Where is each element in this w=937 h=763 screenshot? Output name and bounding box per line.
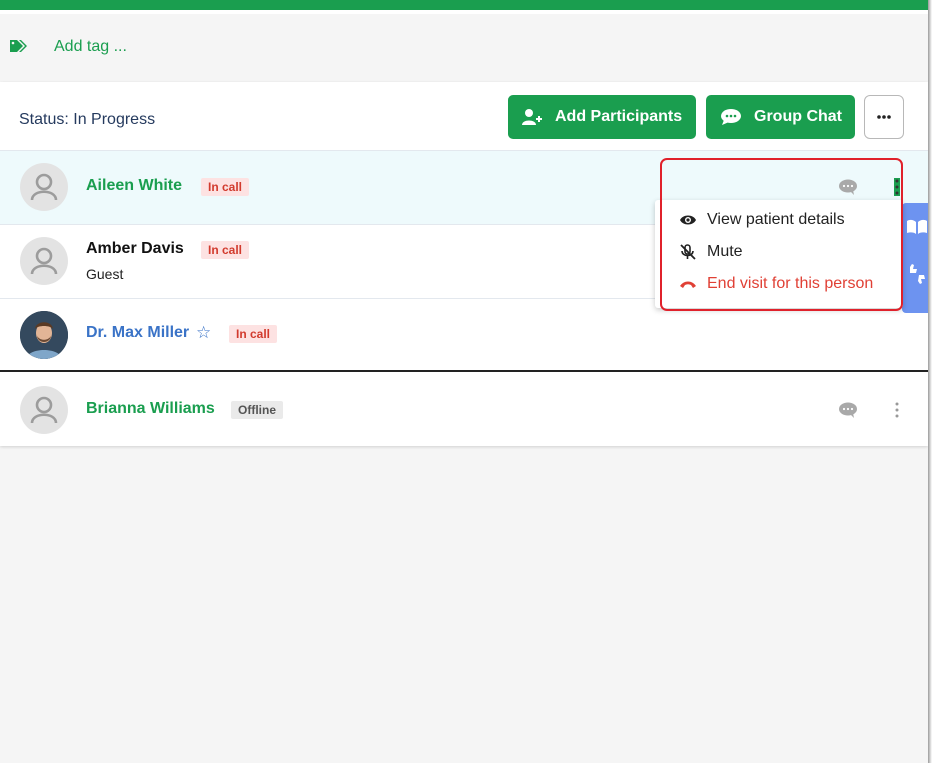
participant-role: Guest — [86, 266, 124, 282]
book-open-icon — [907, 219, 927, 234]
add-participants-button[interactable]: Add Participants — [508, 95, 696, 139]
more-options-button[interactable] — [864, 95, 904, 139]
participant-name[interactable]: Amber Davis — [86, 240, 184, 258]
status-badge: In call — [229, 325, 278, 343]
tag-row[interactable]: Add tag ... — [0, 14, 928, 82]
favorite-star-icon[interactable]: ☆ — [196, 323, 211, 343]
side-feedback-tab[interactable] — [902, 203, 928, 313]
highlight-outline — [660, 158, 903, 311]
participant-row[interactable]: Brianna Williams Offline — [0, 372, 928, 446]
user-placeholder-icon — [30, 173, 58, 201]
participant-name[interactable]: Dr. Max Miller — [86, 324, 189, 342]
window-edge — [928, 0, 937, 763]
participant-name[interactable]: Brianna Williams — [86, 400, 215, 418]
group-chat-label: Group Chat — [754, 108, 842, 125]
kebab-icon[interactable] — [893, 401, 901, 419]
top-accent-bar — [0, 0, 928, 14]
status-badge: In call — [201, 241, 250, 259]
status-badge: In call — [201, 178, 250, 196]
add-tag-link[interactable]: Add tag ... — [54, 38, 127, 56]
user-placeholder-icon — [30, 396, 58, 424]
user-placeholder-icon — [30, 247, 58, 275]
participant-name[interactable]: Aileen White — [86, 177, 182, 195]
ellipsis-icon — [877, 115, 891, 119]
accent-strip — [0, 0, 928, 10]
doctor-photo — [20, 311, 68, 359]
add-participants-label: Add Participants — [555, 108, 683, 125]
avatar — [20, 386, 68, 434]
chat-bubble-icon[interactable] — [838, 402, 858, 418]
avatar — [20, 311, 68, 359]
avatar — [20, 237, 68, 285]
visit-panel-frame: Add tag ... Status: In Progress Add Part… — [0, 0, 928, 763]
group-chat-button[interactable]: Group Chat — [706, 95, 855, 139]
avatar — [20, 163, 68, 211]
status-badge: Offline — [231, 401, 283, 419]
comment-icon — [721, 109, 741, 125]
user-plus-icon — [522, 109, 542, 125]
thumbs-icon — [907, 264, 925, 284]
tags-icon — [10, 40, 27, 52]
visit-status: Status: In Progress — [19, 111, 156, 128]
